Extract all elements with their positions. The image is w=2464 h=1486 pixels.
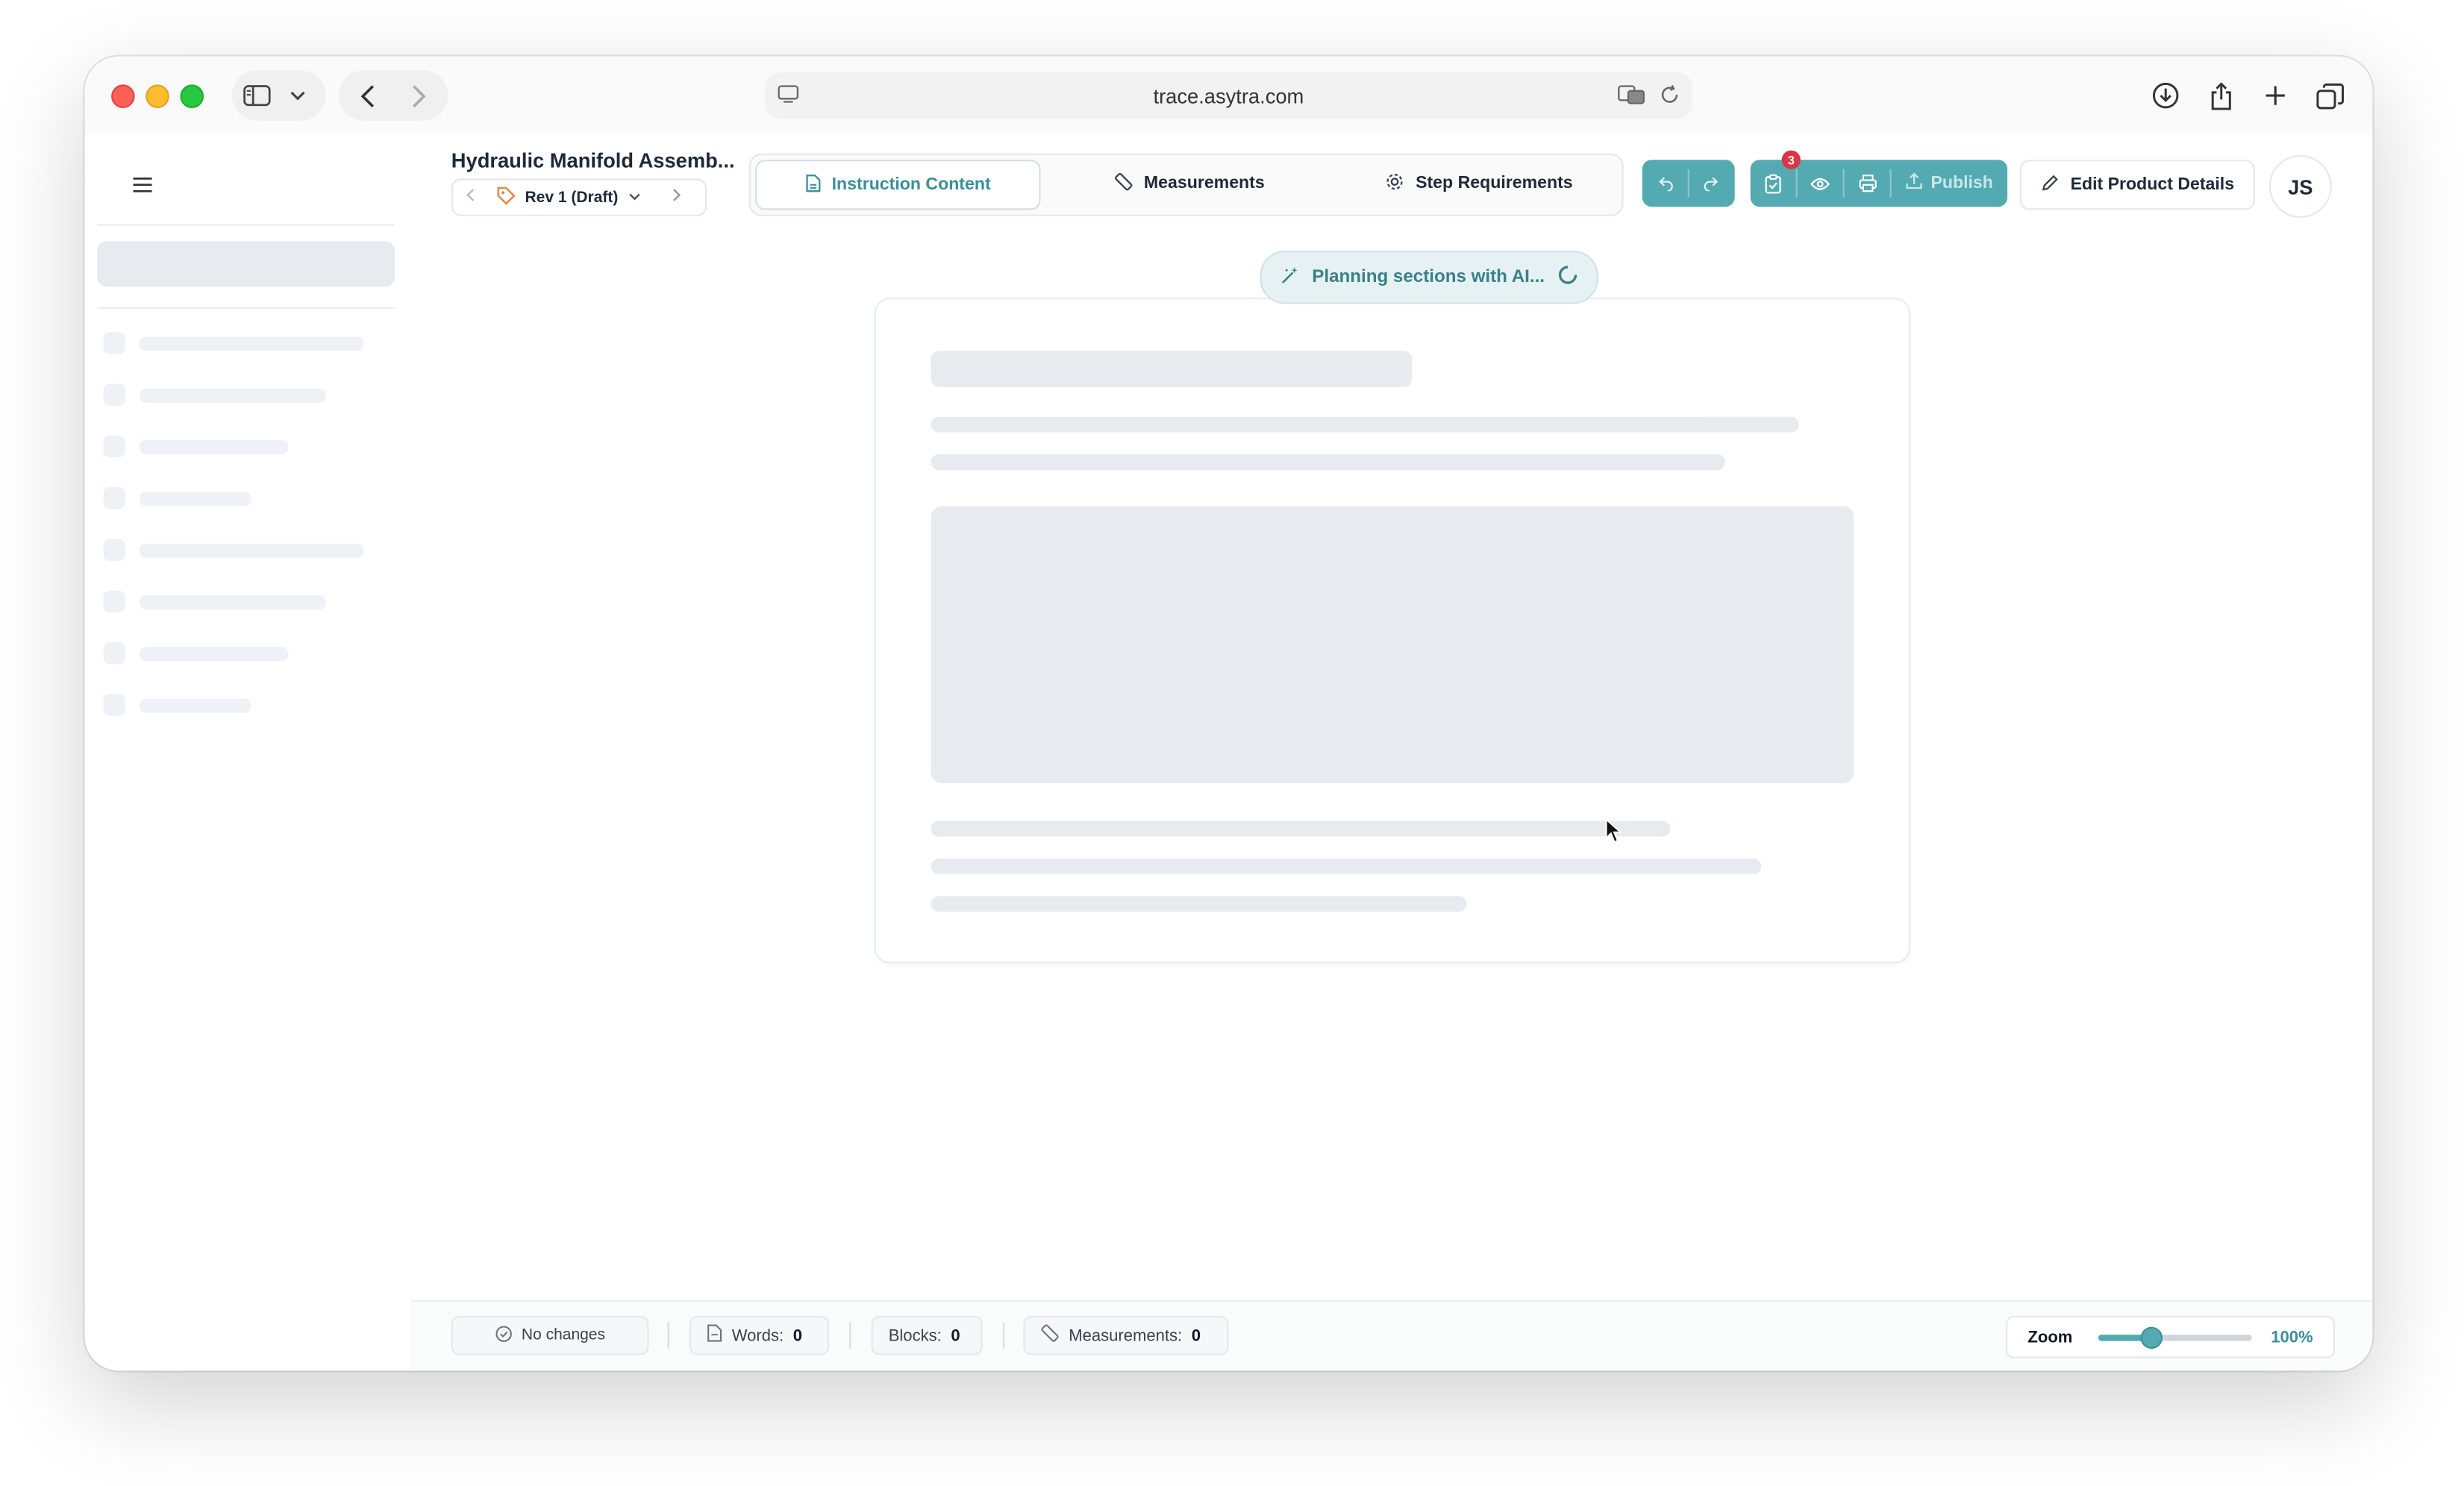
spinner-icon: [1557, 265, 1577, 290]
words-value: 0: [792, 1326, 803, 1345]
history-group: [1642, 160, 1735, 207]
zoom-control: Zoom 100%: [2006, 1315, 2335, 1358]
maximize-window-button[interactable]: [180, 84, 204, 108]
zoom-label: Zoom: [2027, 1327, 2073, 1347]
edit-product-details-button[interactable]: Edit Product Details: [2019, 160, 2255, 210]
skeleton-line: [931, 821, 1671, 837]
pencil-icon: [2041, 173, 2060, 197]
skeleton-line: [931, 858, 1762, 874]
save-status-text: No changes: [521, 1326, 605, 1344]
loading-card: [874, 297, 1910, 964]
sidebar-divider: [97, 224, 395, 226]
notification-badge: 3: [1781, 150, 1801, 169]
skeleton-line: [931, 896, 1467, 912]
browser-window: trace.asytra.com Hydraulic Manifold Asse…: [84, 56, 2373, 1371]
upload-icon: [1906, 172, 1923, 194]
chevron-down-icon[interactable]: [285, 72, 310, 119]
skeleton-line: [931, 454, 1726, 470]
editor-header: Hydraulic Manifold Assemb... Rev 1 (Draf…: [410, 134, 2373, 237]
tab-label: Measurements: [1143, 174, 1265, 193]
magic-wand-icon: [1281, 266, 1299, 289]
sidebar: [84, 134, 413, 1371]
editor-tabs: Instruction Content Measurements Step Re…: [748, 153, 1624, 216]
ai-status-indicator: Planning sections with AI...: [1260, 251, 1598, 304]
status-bar: No changes Words: 0 Blocks: 0 Measuremen…: [410, 1300, 2373, 1371]
zoom-slider-thumb[interactable]: [2140, 1326, 2163, 1349]
check-circle-icon: [495, 1325, 512, 1347]
measurements-value: 0: [1191, 1326, 1201, 1345]
sidebar-divider: [97, 307, 395, 309]
ai-status-text: Planning sections with AI...: [1312, 268, 1545, 287]
document-icon: [805, 173, 821, 197]
divider: [1003, 1322, 1005, 1349]
words-count: Words: 0: [689, 1315, 829, 1355]
skeleton-line: [931, 416, 1799, 433]
skeleton-image-block: [931, 506, 1854, 783]
reload-icon[interactable]: [1660, 84, 1680, 110]
browser-toolbar: trace.asytra.com: [84, 56, 2373, 137]
back-icon[interactable]: [351, 72, 382, 119]
blocks-count: Blocks: 0: [871, 1315, 983, 1355]
tab-label: Step Requirements: [1416, 174, 1573, 193]
sidebar-icon[interactable]: [240, 72, 274, 119]
edit-label: Edit Product Details: [2070, 175, 2235, 195]
tab-measurements[interactable]: Measurements: [1048, 160, 1331, 207]
product-title: Hydraulic Manifold Assemb...: [451, 148, 735, 172]
divider: [667, 1322, 669, 1349]
forward-icon[interactable]: [403, 72, 434, 119]
tab-instruction-content[interactable]: Instruction Content: [755, 160, 1041, 210]
undo-icon[interactable]: [1642, 160, 1688, 207]
menu-icon[interactable]: [133, 172, 152, 198]
share-icon[interactable]: [2201, 72, 2239, 119]
publish-button[interactable]: Publish: [1892, 160, 2007, 207]
tab-step-requirements[interactable]: Step Requirements: [1338, 160, 1620, 207]
prev-revision-icon[interactable]: [466, 188, 475, 207]
tab-label: Instruction Content: [831, 175, 991, 195]
revision-selector[interactable]: Rev 1 (Draft): [451, 178, 707, 216]
ruler-icon: [1114, 172, 1133, 195]
save-status: No changes: [451, 1315, 649, 1355]
close-window-button[interactable]: [111, 84, 135, 108]
document-icon: [707, 1323, 722, 1347]
zoom-value: 100%: [2271, 1327, 2313, 1347]
page-settings-icon[interactable]: [778, 84, 799, 108]
print-icon[interactable]: [1845, 160, 1890, 207]
skeleton-title: [931, 351, 1413, 387]
redo-icon[interactable]: [1689, 160, 1735, 207]
url-text: trace.asytra.com: [1153, 84, 1304, 107]
zoom-slider[interactable]: [2098, 1326, 2251, 1349]
blocks-value: 0: [951, 1326, 960, 1345]
measurements-label: Measurements:: [1069, 1326, 1183, 1345]
sidebar-skeleton-search: [97, 241, 395, 287]
publish-label: Publish: [1930, 174, 1993, 193]
words-label: Words:: [731, 1326, 784, 1345]
translate-icon[interactable]: [1617, 84, 1645, 110]
ruler-icon: [1040, 1323, 1059, 1347]
tag-icon: [497, 186, 516, 209]
divider: [849, 1322, 851, 1349]
tab-overview-icon[interactable]: [2311, 72, 2348, 119]
blocks-label: Blocks:: [888, 1326, 942, 1345]
next-revision-icon[interactable]: [673, 188, 683, 207]
download-icon[interactable]: [2147, 72, 2184, 119]
preview-icon[interactable]: [1798, 160, 1843, 207]
mouse-cursor-icon: [1604, 817, 1623, 852]
editor-canvas: Planning sections with AI...: [410, 235, 2373, 1302]
measurements-count: Measurements: 0: [1023, 1315, 1229, 1355]
gear-icon: [1386, 172, 1404, 195]
chevron-down-icon[interactable]: [629, 189, 642, 206]
new-tab-icon[interactable]: [2257, 72, 2294, 119]
address-bar[interactable]: trace.asytra.com: [764, 72, 1692, 119]
revision-label: Rev 1 (Draft): [525, 189, 619, 207]
minimize-window-button[interactable]: [146, 84, 169, 108]
user-avatar[interactable]: JS: [2268, 154, 2332, 218]
